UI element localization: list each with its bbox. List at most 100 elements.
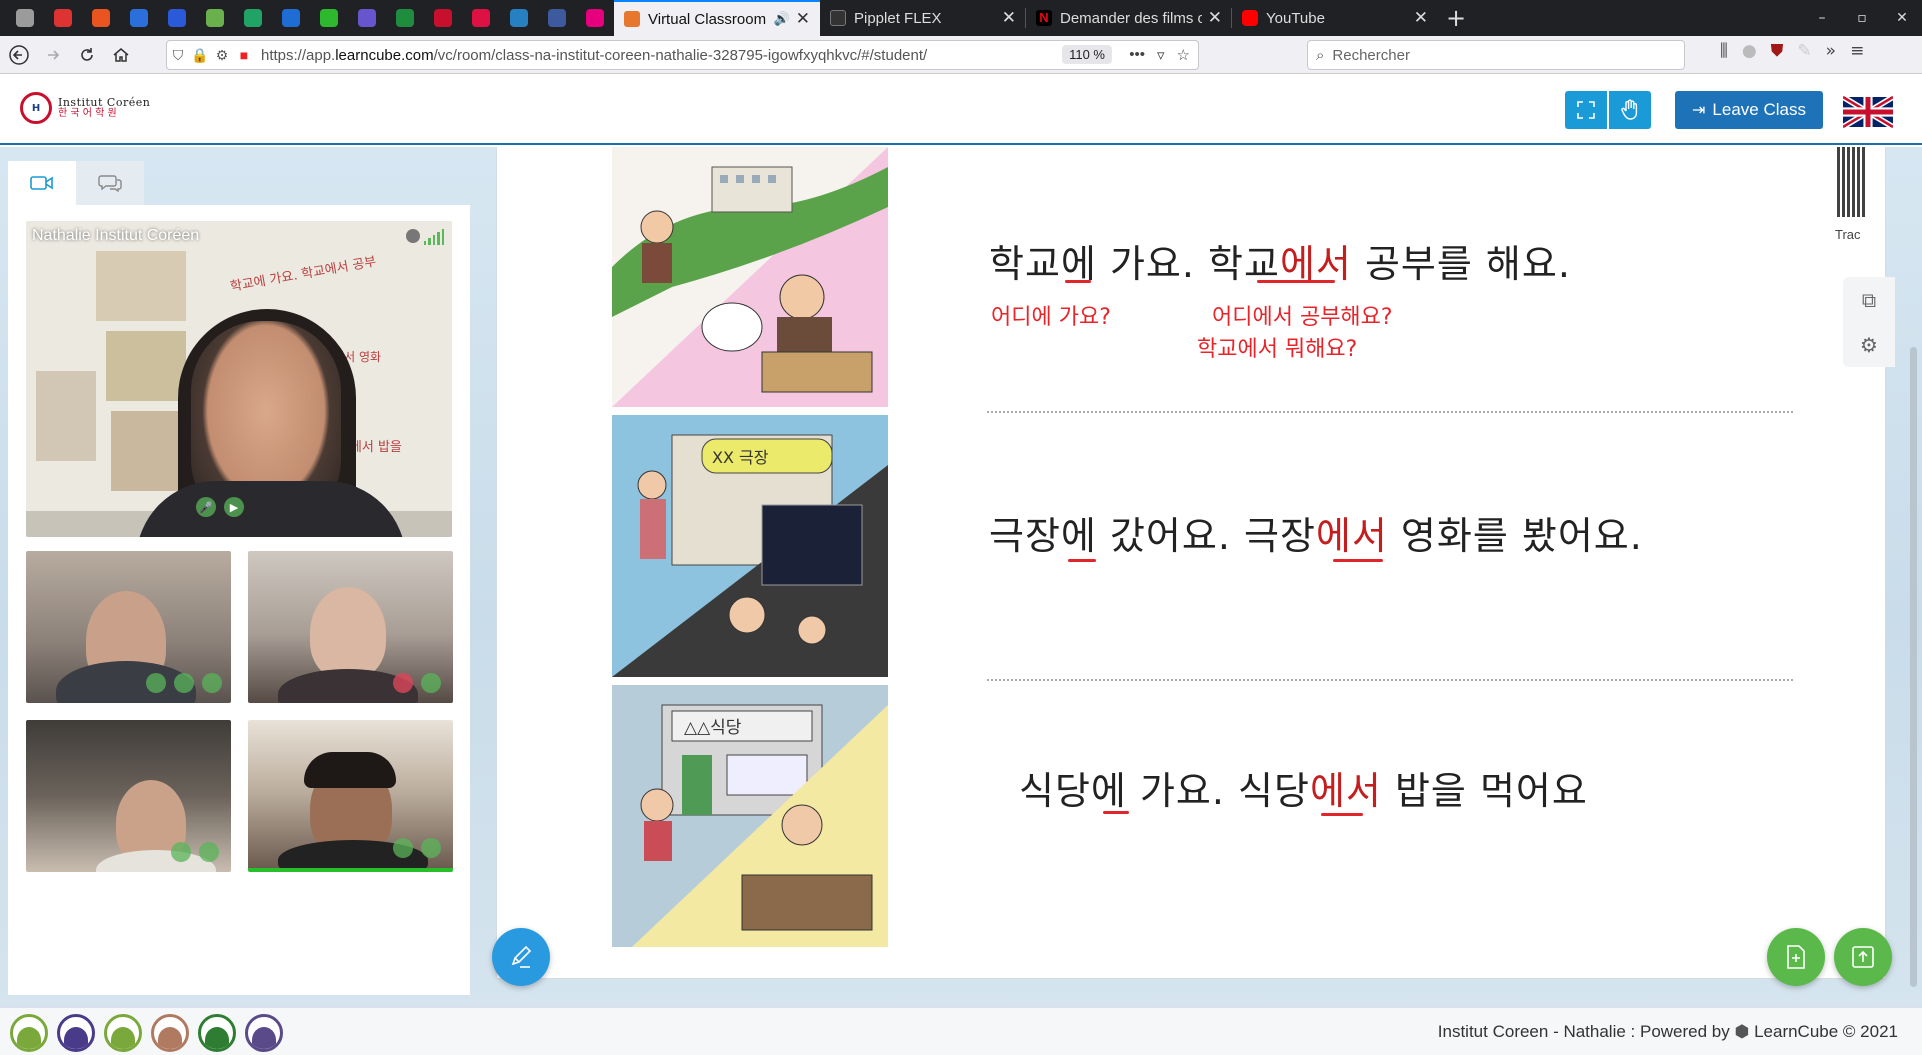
participant-avatar-icon[interactable]	[10, 1014, 48, 1052]
underline-mark	[1068, 559, 1096, 562]
restore-icon[interactable]: ▫	[1842, 10, 1882, 26]
pinned-tab-13-icon[interactable]	[462, 0, 500, 36]
new-tab-button[interactable]: +	[1438, 0, 1474, 36]
camera-icon[interactable]	[174, 673, 194, 693]
search-placeholder: Rechercher	[1332, 46, 1410, 64]
whiteboard[interactable]: XX 극장 △△식당 학교에 가요. 학교에서 공부를 해요. 어디에 가요? …	[496, 147, 1886, 979]
pinned-tab-10-icon[interactable]	[348, 0, 386, 36]
pinned-tab-11-icon[interactable]	[386, 0, 424, 36]
speaker-icon[interactable]: 🔊	[774, 11, 790, 27]
pinned-tab-5-icon[interactable]	[158, 0, 196, 36]
microphone-muted-icon[interactable]	[393, 673, 413, 693]
close-tab-icon[interactable]: ✕	[1002, 8, 1016, 28]
pinned-tab-15-icon[interactable]	[538, 0, 576, 36]
microphone-icon[interactable]	[171, 842, 191, 862]
pinned-tab-1-icon[interactable]	[6, 0, 44, 36]
microphone-icon[interactable]	[393, 838, 413, 858]
extension-grey-icon[interactable]: ●	[1742, 41, 1757, 61]
participant-avatar-icon[interactable]	[198, 1014, 236, 1052]
bookmark-star-icon[interactable]: ☆	[1177, 46, 1190, 64]
pipplet-favicon-icon	[830, 10, 846, 26]
pinned-tab-8-icon[interactable]	[272, 0, 310, 36]
student-video-1[interactable]	[26, 551, 231, 703]
tab-video[interactable]	[8, 161, 76, 205]
close-tab-icon[interactable]: ✕	[1414, 8, 1428, 28]
camera-active-icon[interactable]: ■	[233, 47, 255, 63]
library-icon[interactable]: ⫼	[1720, 41, 1728, 61]
raise-hand-button[interactable]	[1609, 91, 1651, 129]
microphone-icon[interactable]	[146, 673, 166, 693]
tab-chat[interactable]	[76, 161, 144, 205]
participant-avatar-icon[interactable]	[151, 1014, 189, 1052]
hamburger-menu-icon[interactable]: ≡	[1850, 41, 1864, 61]
forward-arrow-icon[interactable]	[38, 40, 68, 70]
pinned-tab-12-icon[interactable]	[424, 0, 462, 36]
student-video-3[interactable]	[26, 720, 231, 872]
browser-tab-bar: Virtual Classroom | Le 🔊 ✕ Pipplet FLEX …	[0, 0, 1922, 36]
shield-icon[interactable]: ⛉	[167, 47, 189, 64]
screen-share-icon[interactable]	[202, 673, 222, 693]
extension-pen-icon[interactable]: ✎	[1797, 41, 1811, 61]
footer-brand: LearnCube © 2021	[1754, 1022, 1898, 1041]
add-document-button[interactable]	[1767, 928, 1825, 986]
copy-page-icon[interactable]: ⧉	[1862, 288, 1876, 312]
camera-icon[interactable]	[199, 842, 219, 862]
leave-class-button[interactable]: ⇥ Leave Class	[1675, 91, 1823, 129]
close-window-icon[interactable]: ✕	[1882, 10, 1922, 26]
participant-avatar-icon[interactable]	[104, 1014, 142, 1052]
pinned-tab-16-icon[interactable]	[576, 0, 614, 36]
underline-mark	[1065, 280, 1091, 283]
url-bar[interactable]: ⛉ 🔒 ⚙ ■ https://app.learncube.com/vc/roo…	[166, 40, 1199, 70]
pinned-tab-4-icon[interactable]	[120, 0, 158, 36]
search-input[interactable]: ⌕ Rechercher	[1307, 40, 1685, 70]
upload-button[interactable]	[1834, 928, 1892, 986]
reload-icon[interactable]	[72, 40, 102, 70]
tab-youtube[interactable]: YouTube ✕	[1232, 0, 1438, 36]
zoom-level[interactable]: 110 %	[1062, 45, 1112, 64]
permissions-icon[interactable]: ⚙	[211, 47, 233, 64]
ublock-icon[interactable]: ⛊	[1771, 41, 1784, 61]
page-actions-icon[interactable]: •••	[1129, 46, 1145, 64]
participant-avatar-icon[interactable]	[57, 1014, 95, 1052]
student-video-4[interactable]	[248, 720, 453, 872]
participant-avatar-icon[interactable]	[245, 1014, 283, 1052]
tab-virtual-classroom[interactable]: Virtual Classroom | Le 🔊 ✕	[614, 0, 820, 36]
home-icon[interactable]	[106, 40, 136, 70]
fullscreen-button[interactable]	[1565, 91, 1607, 129]
pinned-tab-6-icon[interactable]	[196, 0, 234, 36]
pencil-icon	[511, 945, 532, 968]
pinned-tab-2-icon[interactable]	[44, 0, 82, 36]
overflow-menu-icon[interactable]: »	[1826, 41, 1836, 61]
annotate-pencil-button[interactable]	[492, 928, 550, 986]
close-tab-icon[interactable]: ✕	[796, 9, 810, 29]
teacher-video[interactable]: 학교에 가요. 학교에서 공부 극장에서 영화 식당에서 밥을 Nathalie…	[26, 221, 452, 537]
camera-icon[interactable]	[421, 838, 441, 858]
student-video-2[interactable]	[248, 551, 453, 703]
minimize-icon[interactable]: –	[1802, 10, 1842, 26]
recording-indicator-icon	[406, 229, 420, 243]
participants-panel: 학교에 가요. 학교에서 공부 극장에서 영화 식당에서 밥을 Nathalie…	[8, 161, 470, 995]
participant-name: Nathalie Institut Coréen	[32, 227, 200, 244]
dotted-divider	[987, 679, 1793, 681]
pinned-tab-14-icon[interactable]	[500, 0, 538, 36]
browser-nav-bar: ⛉ 🔒 ⚙ ■ https://app.learncube.com/vc/roo…	[0, 36, 1922, 74]
pinned-tab-3-icon[interactable]	[82, 0, 120, 36]
board-scrollbar[interactable]	[1910, 347, 1917, 987]
tab-netflix[interactable]: N Demander des films ou d ✕	[1026, 0, 1232, 36]
lock-icon[interactable]: 🔒	[189, 47, 211, 64]
video-camera-icon	[30, 176, 53, 190]
close-tab-icon[interactable]: ✕	[1208, 8, 1222, 28]
pinned-tab-9-icon[interactable]	[310, 0, 348, 36]
logo-seal-icon: H	[20, 92, 52, 124]
url-text[interactable]: https://app.learncube.com/vc/room/class-…	[261, 47, 927, 64]
pocket-icon[interactable]: ▿	[1157, 46, 1165, 64]
back-arrow-icon[interactable]	[4, 40, 34, 70]
tab-pipplet[interactable]: Pipplet FLEX ✕	[820, 0, 1026, 36]
uk-flag-icon[interactable]	[1843, 96, 1893, 128]
pinned-tab-7-icon[interactable]	[234, 0, 272, 36]
hand-icon	[1621, 99, 1638, 120]
settings-gear-icon[interactable]: ⚙	[1860, 333, 1878, 357]
camera-icon[interactable]	[421, 673, 441, 693]
camera-icon[interactable]: ▶	[224, 497, 244, 517]
microphone-icon[interactable]: 🎤	[196, 497, 216, 517]
